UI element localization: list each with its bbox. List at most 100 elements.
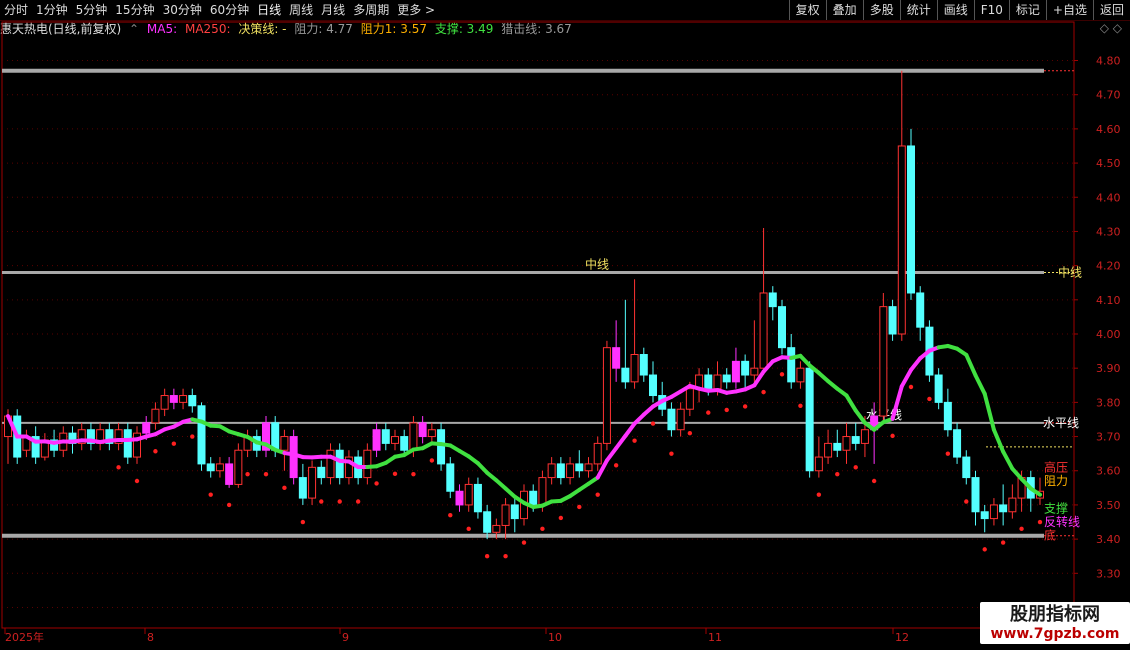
ma-seg-92 — [844, 393, 858, 413]
y-tick-label-8: 4.00 — [1096, 328, 1121, 341]
candle-body-47 — [437, 429, 446, 465]
y-tick-label-15: 4.70 — [1096, 89, 1121, 102]
candle-body-101 — [934, 374, 943, 403]
ma-seg-93 — [853, 408, 867, 425]
y-tick-label-16: 4.80 — [1096, 55, 1121, 68]
stop-dot-104 — [964, 499, 969, 504]
candle-body-93 — [860, 429, 869, 444]
candle-body-18 — [169, 395, 178, 403]
candle-body-60 — [556, 463, 565, 479]
candle-body-63 — [584, 463, 593, 472]
candle-body-97 — [897, 145, 906, 335]
candle-body-17 — [160, 395, 169, 410]
stop-dot-80 — [742, 404, 748, 409]
stop-dot-68 — [632, 438, 637, 443]
stop-dot-66 — [613, 463, 619, 468]
ma-seg-66 — [604, 446, 619, 463]
candle-body-16 — [151, 408, 160, 424]
candle-body-32 — [298, 477, 307, 499]
y-tick-label-14: 4.60 — [1096, 123, 1121, 136]
stop-dot-12 — [116, 465, 121, 470]
candle-body-25 — [234, 449, 243, 485]
y-tick-label-10: 4.20 — [1096, 260, 1121, 273]
candle-body-57 — [529, 490, 538, 506]
candle-body-99 — [916, 292, 925, 328]
stop-dot-52 — [484, 554, 490, 559]
stop-dot-42 — [392, 471, 398, 477]
candle-body-35 — [326, 449, 335, 479]
candle-body-13 — [123, 429, 132, 458]
candle-body-79 — [731, 360, 740, 383]
stop-dot-58 — [540, 526, 545, 532]
candle-body-91 — [842, 436, 851, 451]
candlestick-chart[interactable]: 3.203.303.403.503.603.703.803.904.004.10… — [0, 0, 1130, 650]
candle-body-67 — [621, 367, 630, 383]
candle-body-20 — [188, 395, 197, 407]
ma-seg-106 — [973, 373, 987, 396]
stop-dot-62 — [577, 504, 582, 510]
stop-dot-50 — [466, 526, 471, 532]
stop-dot-78 — [724, 407, 729, 413]
candle-body-34 — [317, 466, 326, 479]
candle-body-68 — [630, 354, 639, 383]
candle-body-41 — [381, 429, 390, 444]
level-label-1: 中线 — [585, 256, 609, 271]
x-label-3: 10 — [548, 631, 562, 644]
candle-body-48 — [446, 463, 455, 492]
stop-dot-98 — [908, 384, 914, 390]
x-label-1: 8 — [147, 631, 154, 644]
stop-dot-92 — [853, 465, 858, 470]
candle-body-62 — [575, 463, 584, 472]
stop-dot-88 — [816, 492, 822, 497]
x-label-0: 2025年 — [5, 630, 44, 644]
candle-body-104 — [962, 456, 971, 479]
candle-body-90 — [833, 442, 842, 451]
candle-body-81 — [750, 367, 759, 376]
x-label-4: 11 — [708, 631, 722, 644]
candle-body-36 — [335, 449, 344, 479]
candle-body-33 — [308, 466, 317, 499]
stop-dot-32 — [300, 519, 306, 525]
candle-body-65 — [602, 347, 611, 444]
candle-body-59 — [547, 463, 556, 479]
candle-body-44 — [409, 422, 418, 451]
y-tick-label-1: 3.30 — [1096, 567, 1121, 580]
stop-dot-94 — [871, 478, 877, 484]
candle-body-82 — [759, 292, 768, 369]
candle-body-109 — [1008, 497, 1017, 513]
ma-seg-109 — [1001, 449, 1015, 471]
stop-dot-36 — [337, 499, 342, 504]
candle-body-54 — [501, 504, 510, 526]
stop-dot-40 — [374, 481, 379, 486]
ma-seg-68 — [623, 421, 637, 438]
ma-seg-105 — [964, 352, 978, 378]
candle-body-89 — [824, 442, 833, 458]
stop-dot-48 — [448, 512, 453, 518]
right-label-2: 高压 — [1044, 459, 1068, 474]
stop-dot-76 — [706, 410, 711, 415]
stop-dot-70 — [650, 421, 656, 426]
y-tick-label-9: 4.10 — [1096, 294, 1121, 307]
ma-seg-99 — [909, 356, 923, 372]
watermark-line2: www.7gpzb.com — [990, 626, 1120, 642]
candle-body-46 — [427, 429, 436, 438]
x-label-5: 12 — [895, 631, 909, 644]
stop-dot-102 — [945, 451, 951, 456]
ma-seg-98 — [899, 367, 913, 389]
candle-body-58 — [538, 477, 547, 506]
stop-dot-28 — [263, 471, 269, 477]
stop-dot-96 — [890, 433, 895, 439]
candle-body-22 — [206, 463, 215, 472]
ma-seg-108 — [991, 427, 1006, 454]
candle-body-21 — [197, 405, 206, 465]
candle-body-43 — [400, 436, 409, 451]
y-tick-label-11: 4.30 — [1096, 225, 1121, 238]
candle-body-87 — [805, 367, 814, 472]
candle-body-76 — [704, 374, 713, 390]
candle-body-102 — [943, 401, 952, 431]
ma-seg-67 — [614, 433, 628, 451]
ma-seg-107 — [982, 391, 996, 432]
candle-body-73 — [676, 408, 685, 431]
candle-body-88 — [814, 456, 823, 472]
candle-body-51 — [473, 483, 482, 513]
